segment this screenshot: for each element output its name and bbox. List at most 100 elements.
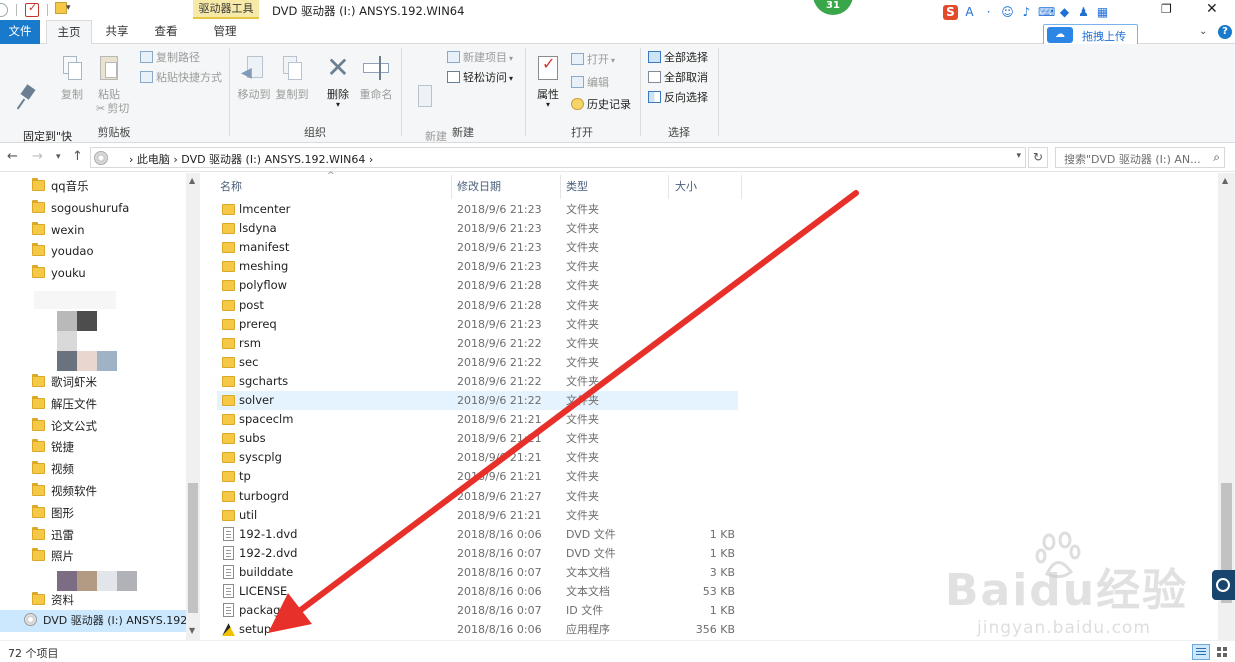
address-history-chevron-icon[interactable]: ▾	[1016, 151, 1021, 161]
select-none-button[interactable]: 全部取消	[648, 69, 708, 87]
file-row[interactable]: packag 2018/8/16 0:07 ID 文件 1 KB	[217, 601, 738, 620]
nav-folder-item[interactable]: 视频	[32, 459, 74, 479]
delete-dropdown-icon[interactable]: ▾	[322, 101, 354, 109]
file-row[interactable]: meshing 2018/9/6 21:23 文件夹	[217, 257, 738, 276]
nav-folder-item[interactable]: 图形	[32, 503, 74, 523]
file-row[interactable]: builddate 2018/8/16 0:07 文本文档 3 KB	[217, 563, 738, 582]
restore-window-icon[interactable]: ❐	[1161, 2, 1172, 16]
file-row[interactable]: tp 2018/9/6 21:21 文件夹	[217, 467, 738, 486]
column-separator[interactable]	[668, 175, 669, 199]
ime-skin-icon[interactable]: ◆	[1057, 5, 1072, 20]
file-row[interactable]: prereq 2018/9/6 21:23 文件夹	[217, 315, 738, 334]
notification-badge[interactable]: 31	[813, 0, 853, 15]
nav-folder-item[interactable]: youku	[32, 263, 86, 283]
ime-keyboard-icon[interactable]: ⌨	[1038, 5, 1055, 20]
close-window-icon[interactable]: ✕	[1206, 1, 1218, 17]
search-icon[interactable]: ⌕	[1213, 150, 1220, 165]
column-header-name[interactable]: 名称	[220, 173, 450, 201]
system-menu-icon[interactable]	[0, 3, 8, 17]
sogou-logo-icon[interactable]: S	[943, 4, 958, 20]
collapse-ribbon-chevron-icon[interactable]: ⌄	[1199, 26, 1207, 37]
nav-folder-item[interactable]: 资料	[32, 590, 74, 610]
move-to-button[interactable]: ◀ 移动到	[234, 54, 274, 102]
details-view-icon[interactable]	[1192, 644, 1210, 660]
back-arrow-icon[interactable]: ←	[7, 149, 18, 164]
edit-button[interactable]: 编辑	[571, 74, 609, 92]
new-item-button[interactable]: 新建项目 ▾	[447, 49, 513, 67]
nav-scrollbar-thumb[interactable]	[188, 483, 198, 613]
paste-shortcut-button[interactable]: 粘贴快捷方式	[140, 69, 222, 87]
file-row[interactable]: solver 2018/9/6 21:22 文件夹	[217, 391, 738, 410]
copy-button[interactable]: 复制	[55, 54, 89, 102]
cut-button[interactable]: ✂ 剪切	[96, 100, 129, 118]
nav-folder-item[interactable]: wexin	[32, 220, 85, 240]
nav-scrollbar[interactable]: ▲ ▼	[186, 173, 200, 640]
nav-folder-item[interactable]: youdao	[32, 241, 94, 261]
ime-punct-icon[interactable]: ·	[981, 5, 996, 20]
open-button[interactable]: 打开 ▾	[571, 51, 615, 69]
nav-folder-item[interactable]: 论文公式	[32, 416, 97, 436]
properties-check-icon[interactable]: ✓	[25, 1, 39, 17]
file-row[interactable]: setup 2018/8/16 0:06 应用程序 356 KB	[217, 620, 738, 639]
nav-folder-item[interactable]: sogoushurufa	[32, 198, 129, 218]
drag-upload-button[interactable]: ☁ 拖拽上传	[1043, 24, 1138, 46]
nav-dvd-drive-item[interactable]: DVD 驱动器 (I:) ANSYS.192.W	[0, 610, 186, 632]
properties-button[interactable]: ✓ 属性 ▾	[531, 54, 565, 109]
file-row[interactable]: subs 2018/9/6 21:21 文件夹	[217, 429, 738, 448]
tab-file[interactable]: 文件	[0, 20, 40, 44]
large-icons-view-icon[interactable]	[1214, 644, 1230, 660]
file-row[interactable]: 192-2.dvd 2018/8/16 0:07 DVD 文件 1 KB	[217, 544, 738, 563]
ime-voice-icon[interactable]: ♪	[1019, 5, 1034, 20]
file-row[interactable]: rsm 2018/9/6 21:22 文件夹	[217, 334, 738, 353]
file-row[interactable]: lmcenter 2018/9/6 21:23 文件夹	[217, 200, 738, 219]
select-all-button[interactable]: 全部选择	[648, 49, 708, 67]
file-row[interactable]: lsdyna 2018/9/6 21:23 文件夹	[217, 219, 738, 238]
scroll-up-arrow-icon[interactable]: ▲	[1222, 176, 1228, 185]
column-separator[interactable]	[741, 175, 742, 199]
refresh-button[interactable]: ↻	[1028, 147, 1048, 168]
tab-share[interactable]: 共享	[98, 20, 136, 44]
column-separator[interactable]	[560, 175, 561, 199]
tab-manage[interactable]: 管理	[196, 20, 254, 44]
nav-folder-item[interactable]: qq音乐	[32, 176, 89, 196]
nav-folder-item[interactable]: 照片	[32, 546, 74, 566]
column-header-date[interactable]: 修改日期	[457, 173, 557, 201]
search-box[interactable]: 搜索"DVD 驱动器 (I:) AN... ⌕	[1055, 147, 1225, 168]
nav-folder-item[interactable]: 解压文件	[32, 394, 97, 414]
properties-dropdown-icon[interactable]: ▾	[531, 101, 565, 109]
column-header-type[interactable]: 类型	[566, 173, 666, 201]
ime-grid-icon[interactable]: ▦	[1095, 5, 1110, 20]
forward-arrow-icon[interactable]: →	[32, 149, 43, 164]
file-row[interactable]: manifest 2018/9/6 21:23 文件夹	[217, 238, 738, 257]
column-header-size[interactable]: 大小	[675, 173, 741, 201]
file-row[interactable]: LICENSE 2018/8/16 0:06 文本文档 53 KB	[217, 582, 738, 601]
tab-view[interactable]: 查看	[146, 20, 186, 44]
file-row[interactable]: util 2018/9/6 21:21 文件夹	[217, 506, 738, 525]
copy-path-button[interactable]: 复制路径	[140, 49, 200, 67]
recent-locations-chevron-icon[interactable]: ▾	[56, 152, 61, 162]
ime-shirt-icon[interactable]: ♟	[1076, 5, 1091, 20]
up-arrow-icon[interactable]: ↑	[72, 149, 83, 164]
delete-button[interactable]: ✕ 删除 ▾	[322, 54, 354, 109]
file-row[interactable]: sec 2018/9/6 21:22 文件夹	[217, 353, 738, 372]
address-bar[interactable]: › 此电脑 › DVD 驱动器 (I:) ANSYS.192.WIN64 › ▾	[90, 147, 1026, 168]
file-row[interactable]: spaceclm 2018/9/6 21:21 文件夹	[217, 410, 738, 429]
file-row[interactable]: turbogrd 2018/9/6 21:27 文件夹	[217, 487, 738, 506]
history-button[interactable]: 历史记录	[571, 96, 631, 114]
rename-button[interactable]: 重命名	[356, 54, 396, 102]
copy-to-button[interactable]: 复制到	[272, 54, 312, 102]
customize-qa-chevron-icon[interactable]: ▾	[66, 3, 71, 13]
file-row[interactable]: polyflow 2018/9/6 21:28 文件夹	[217, 276, 738, 295]
nav-folder-item[interactable]: 锐捷	[32, 437, 74, 457]
floating-side-tool-icon[interactable]	[1212, 570, 1235, 600]
ime-mode-icon[interactable]: A	[962, 5, 977, 20]
file-row[interactable]: 192-1.dvd 2018/8/16 0:06 DVD 文件 1 KB	[217, 525, 738, 544]
scroll-up-arrow-icon[interactable]: ▲	[189, 176, 195, 185]
scroll-down-arrow-icon[interactable]: ▼	[189, 626, 195, 635]
ime-emoji-icon[interactable]: ☺	[1000, 5, 1015, 20]
file-row[interactable]: post 2018/9/6 21:28 文件夹	[217, 296, 738, 315]
file-row[interactable]: syscplg 2018/9/6 21:21 文件夹	[217, 448, 738, 467]
file-row[interactable]: sgcharts 2018/9/6 21:22 文件夹	[217, 372, 738, 391]
nav-folder-item[interactable]: 歌词虾米	[32, 372, 97, 392]
paste-button[interactable]: 粘贴	[92, 54, 126, 102]
